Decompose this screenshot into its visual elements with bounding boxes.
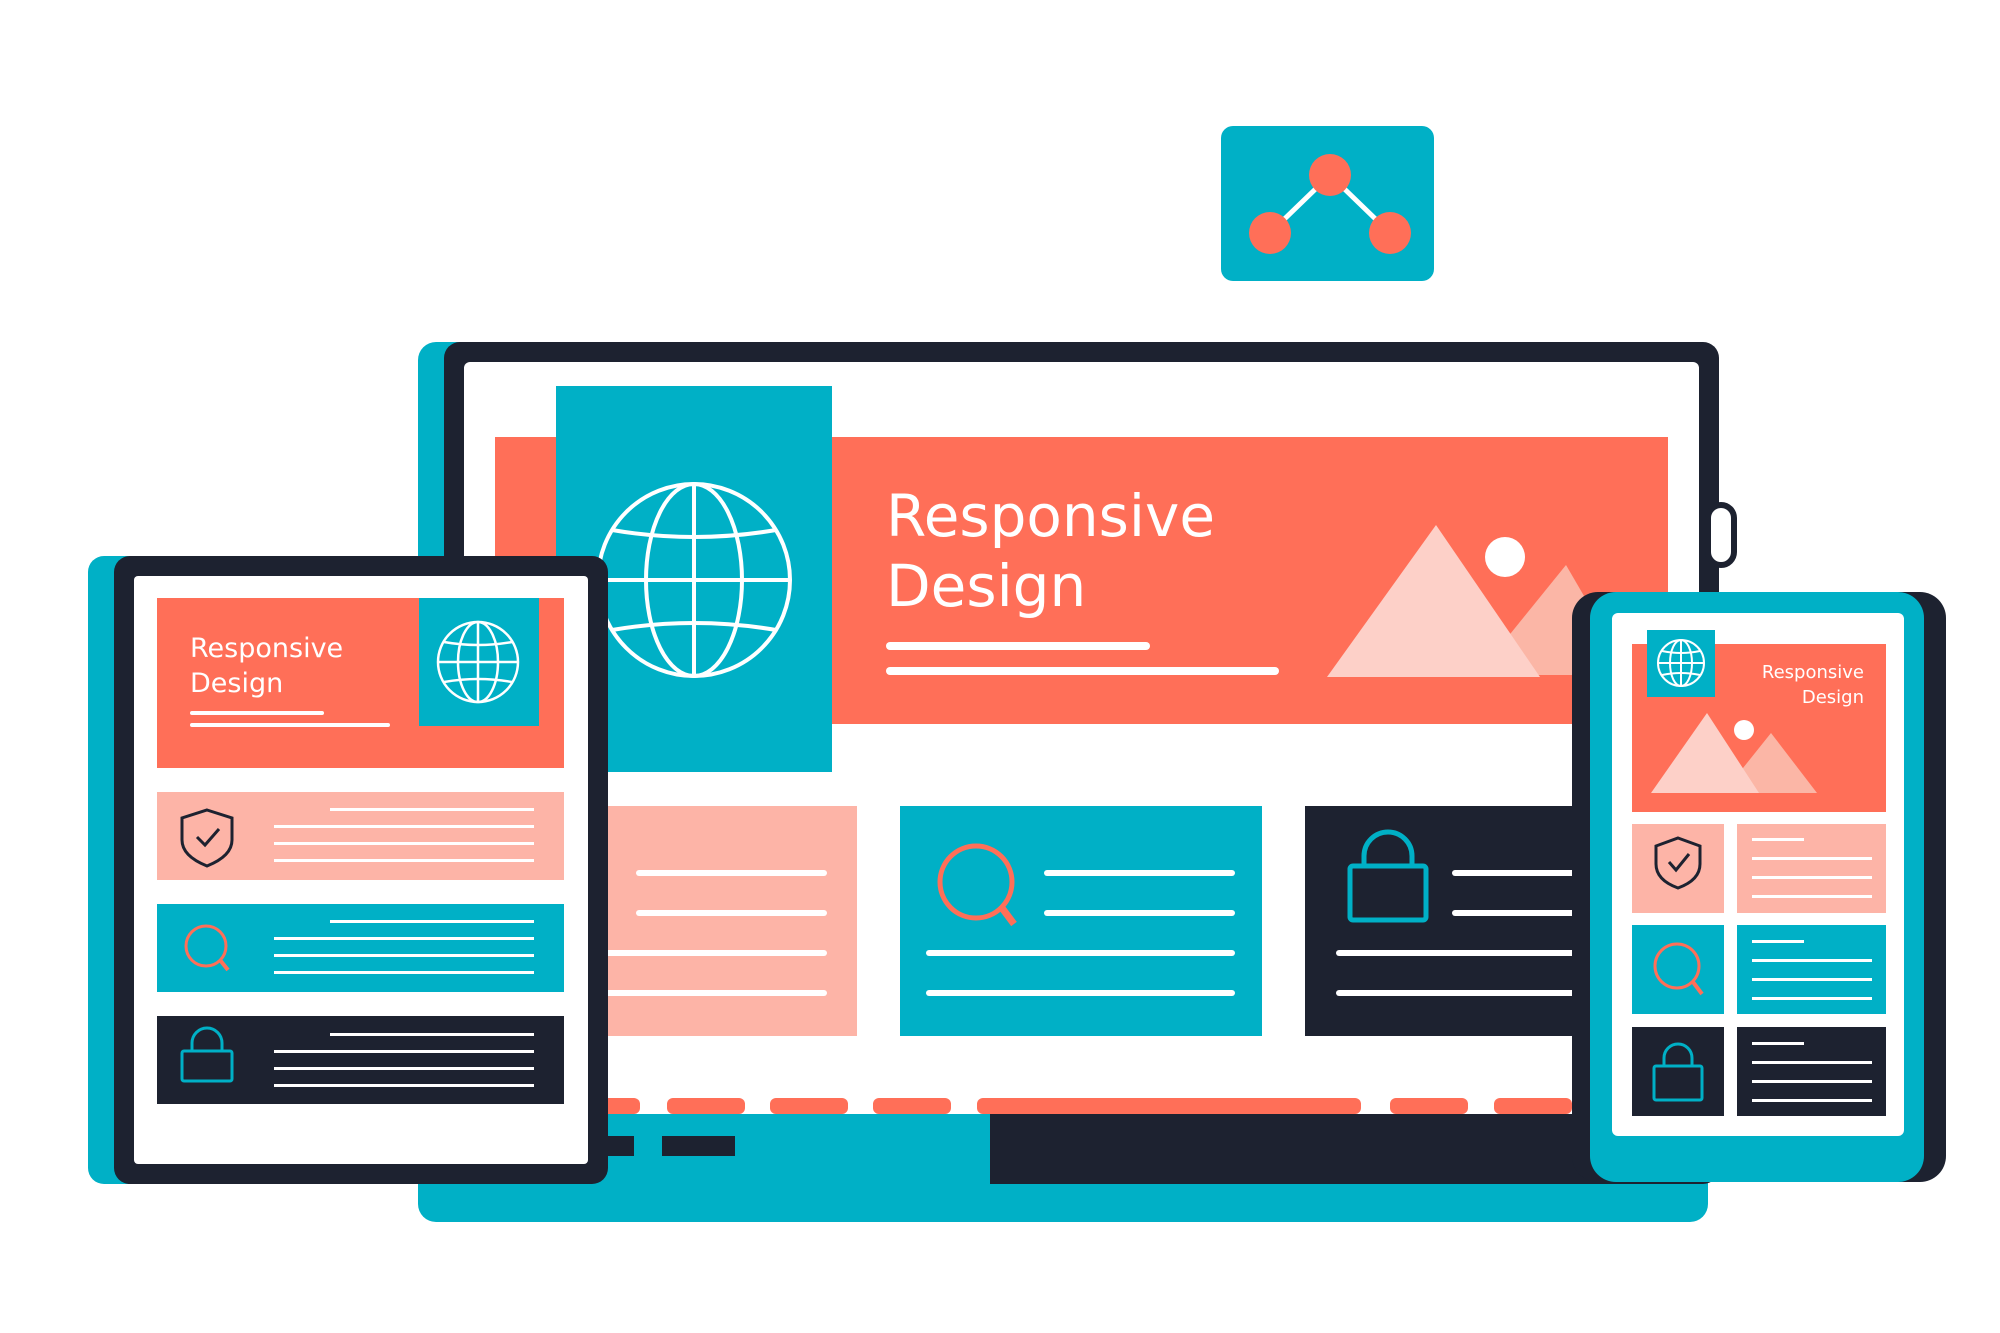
stand-slot <box>662 1136 735 1156</box>
phone-row-salmon <box>1632 824 1886 913</box>
globe-icon <box>596 482 792 678</box>
phone-title-line1: Responsive <box>1762 662 1864 683</box>
hero-title-line1: Responsive <box>886 482 1215 550</box>
monitor-footer-nav <box>560 1098 1572 1114</box>
tablet-title-line1: Responsive <box>190 633 343 664</box>
phone-device: Responsive Design <box>1572 592 1946 1182</box>
desktop-monitor: Responsive Design <box>418 342 1737 1222</box>
share-badge <box>1221 126 1434 281</box>
globe-icon <box>436 620 520 704</box>
globe-icon <box>1657 639 1705 687</box>
tablet-title-line2: Design <box>190 668 283 699</box>
tablet-row-navy <box>157 1016 564 1104</box>
tablet-device: Responsive Design <box>88 556 608 1184</box>
hero-title-line2: Design <box>886 552 1086 620</box>
phone-row-teal <box>1632 925 1886 1014</box>
tablet-row-salmon <box>157 792 564 880</box>
phone-row-navy <box>1632 1027 1886 1116</box>
phone-title-line2: Design <box>1802 687 1864 708</box>
responsive-design-illustration: Responsive Design Responsive Design Resp… <box>88 126 1946 1222</box>
tablet-row-teal <box>157 904 564 992</box>
hero-subline <box>886 642 1150 650</box>
info-card-teal <box>900 806 1262 1036</box>
info-card-salmon <box>605 806 857 1036</box>
hero-subline <box>886 667 1279 675</box>
